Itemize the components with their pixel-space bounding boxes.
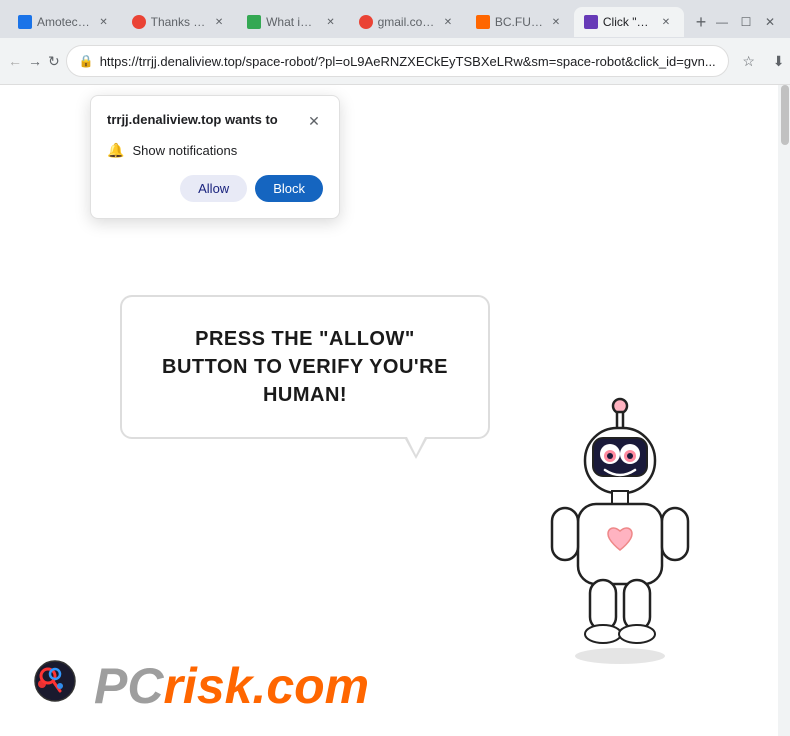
tab-close-3[interactable]: ✕ — [323, 14, 339, 30]
tab-favicon-4 — [359, 15, 373, 29]
maximize-button[interactable]: ☐ — [738, 14, 754, 30]
reload-button[interactable]: ↻ — [48, 47, 60, 75]
minimize-button[interactable]: — — [714, 14, 730, 30]
tab-label-5: BC.FUN... — [495, 15, 543, 29]
tab-1[interactable]: Amotec b... ✕ — [8, 7, 122, 37]
url-text: https://trrjj.denaliview.top/space-robot… — [100, 54, 716, 69]
tab-favicon-2 — [132, 15, 146, 29]
popup-notification-text: Show notifications — [132, 143, 237, 158]
download-icon[interactable]: ⬇ — [765, 47, 790, 75]
close-window-button[interactable]: ✕ — [762, 14, 778, 30]
popup-title: trrjj.denaliview.top wants to — [107, 112, 297, 127]
tab-3[interactable]: What is y... ✕ — [237, 7, 349, 37]
pcrisk-logo: PC risk.com — [30, 656, 369, 716]
tab-close-6[interactable]: ✕ — [658, 14, 674, 30]
browser-chrome: Amotec b... ✕ Thanks fo... ✕ What is y..… — [0, 0, 790, 85]
tab-6[interactable]: Click "All... ✕ — [574, 7, 684, 37]
toolbar-icons: ☆ ⬇ 👤 ⋮ — [735, 47, 790, 75]
bookmark-icon[interactable]: ☆ — [735, 47, 763, 75]
risk-text: risk.com — [163, 661, 369, 711]
window-controls: — ☐ ✕ — [714, 14, 782, 30]
lock-icon: 🔒 — [79, 54, 94, 68]
tab-4[interactable]: gmail.com... ✕ — [349, 7, 466, 37]
tab-label-4: gmail.com... — [378, 15, 435, 29]
pc-text: PC — [94, 661, 163, 711]
notification-popup: trrjj.denaliview.top wants to ✕ 🔔 Show n… — [90, 95, 340, 219]
speech-bubble: PRESS THE "ALLOW" BUTTON TO VERIFY YOU'R… — [120, 295, 490, 439]
forward-button[interactable]: → — [28, 47, 42, 75]
tab-label-3: What is y... — [266, 15, 318, 29]
scrollbar-thumb[interactable] — [781, 85, 789, 145]
tab-close-2[interactable]: ✕ — [211, 14, 227, 30]
popup-header: trrjj.denaliview.top wants to ✕ — [107, 112, 323, 130]
tab-bar: Amotec b... ✕ Thanks fo... ✕ What is y..… — [0, 0, 790, 38]
tab-label-1: Amotec b... — [37, 15, 91, 29]
new-tab-button[interactable]: + — [688, 8, 714, 36]
scrollbar[interactable] — [778, 85, 790, 736]
bell-icon: 🔔 — [107, 142, 124, 159]
pcrisk-text: PC risk.com — [94, 661, 369, 711]
robot-illustration — [530, 386, 710, 666]
browser-content: trrjj.denaliview.top wants to ✕ 🔔 Show n… — [0, 85, 790, 736]
block-button[interactable]: Block — [255, 175, 323, 202]
popup-close-button[interactable]: ✕ — [305, 112, 323, 130]
tab-favicon-1 — [18, 15, 32, 29]
tab-favicon-6 — [584, 15, 598, 29]
tab-5[interactable]: BC.FUN... ✕ — [466, 7, 574, 37]
popup-notification-row: 🔔 Show notifications — [107, 142, 323, 159]
tab-favicon-5 — [476, 15, 490, 29]
popup-buttons: Allow Block — [107, 175, 323, 202]
robot-svg — [530, 386, 710, 666]
speech-bubble-text: PRESS THE "ALLOW" BUTTON TO VERIFY YOU'R… — [162, 328, 448, 406]
speech-bubble-container: PRESS THE "ALLOW" BUTTON TO VERIFY YOU'R… — [120, 295, 490, 439]
tab-2[interactable]: Thanks fo... ✕ — [122, 7, 237, 37]
tab-favicon-3 — [247, 15, 261, 29]
allow-button[interactable]: Allow — [180, 175, 247, 202]
tab-label-6: Click "All... — [603, 15, 653, 29]
tab-close-5[interactable]: ✕ — [548, 14, 564, 30]
address-bar: ← → ↻ 🔒 https://trrjj.denaliview.top/spa… — [0, 38, 790, 84]
tab-close-1[interactable]: ✕ — [96, 14, 112, 30]
url-bar[interactable]: 🔒 https://trrjj.denaliview.top/space-rob… — [66, 45, 729, 77]
pcrisk-icon — [30, 656, 90, 716]
tab-close-4[interactable]: ✕ — [440, 14, 456, 30]
tab-label-2: Thanks fo... — [151, 15, 206, 29]
back-button[interactable]: ← — [8, 47, 22, 75]
